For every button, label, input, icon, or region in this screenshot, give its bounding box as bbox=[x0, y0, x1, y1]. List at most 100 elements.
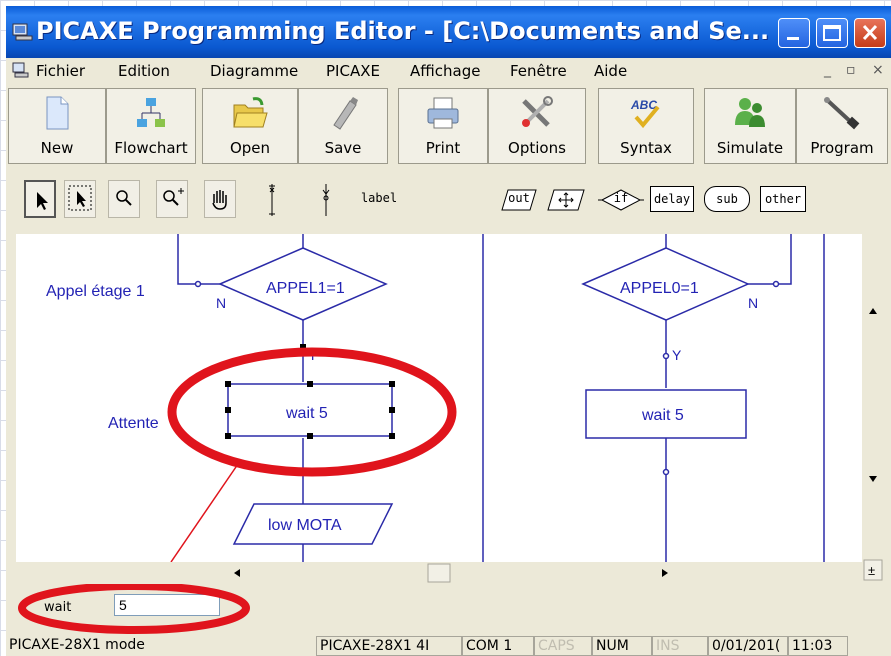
left-loop-junction bbox=[194, 280, 202, 288]
open-label: Open bbox=[229, 139, 271, 157]
menu-diagramme[interactable]: Diagramme bbox=[210, 62, 298, 80]
if-tool-button[interactable]: if bbox=[596, 180, 646, 218]
mdi-minimize-icon[interactable]: _ bbox=[824, 62, 831, 78]
zoom-area-tool-button[interactable] bbox=[156, 180, 188, 218]
right-loop-junction bbox=[772, 280, 780, 288]
flowchart-diagram[interactable]: Appel étage 1 Attente APPEL1=1 APPEL0=1 … bbox=[16, 234, 868, 562]
main-toolbar: New Flowchart Open Save Print Options AB… bbox=[6, 86, 891, 168]
status-ins: INS bbox=[652, 636, 708, 656]
flowchart-button[interactable]: Flowchart bbox=[106, 88, 196, 164]
connector-line-icon bbox=[322, 184, 330, 216]
right-y-label: Y bbox=[672, 347, 682, 363]
horizontal-scrollbar[interactable] bbox=[16, 562, 862, 584]
split-plus-minus-icon: ± bbox=[868, 563, 875, 578]
usb-stick-save-icon bbox=[333, 97, 358, 130]
other-tool-text: other bbox=[764, 192, 802, 206]
minimize-icon bbox=[787, 37, 799, 40]
status-bar: PICAXE-28X1 mode PICAXE-28X1 4I COM 1 CA… bbox=[6, 634, 891, 656]
program-button[interactable]: Program bbox=[796, 88, 888, 164]
right-decision-text: APPEL0=1 bbox=[620, 280, 699, 297]
maximize-icon bbox=[823, 25, 841, 41]
hand-icon bbox=[212, 190, 227, 210]
sub-tool-button[interactable]: sub bbox=[704, 186, 750, 212]
other-tool-button[interactable]: other bbox=[760, 186, 806, 212]
right-y-junction bbox=[662, 352, 670, 360]
program-label: Program bbox=[810, 139, 874, 157]
minimize-button[interactable] bbox=[778, 18, 810, 48]
open-folder-icon bbox=[233, 97, 268, 128]
simulate-people-icon bbox=[735, 98, 765, 127]
scroll-right-icon bbox=[662, 569, 668, 577]
label-tool-button[interactable]: label bbox=[354, 180, 404, 218]
menu-edition[interactable]: Edition bbox=[118, 62, 170, 80]
select-tool-button[interactable] bbox=[24, 180, 56, 218]
connector-tool-button[interactable] bbox=[310, 180, 342, 218]
title-bar[interactable]: PICAXE Programming Editor - [C:\Document… bbox=[6, 6, 891, 58]
move-arrows-icon bbox=[547, 189, 585, 211]
print-button[interactable]: Print bbox=[398, 88, 488, 164]
status-num: NUM bbox=[592, 636, 652, 656]
properties-panel: wait bbox=[6, 584, 891, 634]
menu-affichage[interactable]: Affichage bbox=[410, 62, 480, 80]
vertical-scrollbar[interactable]: ± bbox=[862, 234, 884, 584]
menu-fichier[interactable]: Fichier bbox=[36, 62, 85, 80]
right-n-label: N bbox=[748, 295, 758, 311]
comment-attente[interactable]: Attente bbox=[108, 415, 159, 432]
window-title: PICAXE Programming Editor - [C:\Document… bbox=[36, 17, 770, 45]
zoom-tool-button[interactable] bbox=[108, 180, 140, 218]
printer-icon bbox=[427, 97, 459, 129]
mdi-restore-icon[interactable]: ▫ bbox=[846, 62, 856, 78]
left-decision-text: APPEL1=1 bbox=[266, 280, 345, 297]
vertical-scrollbar-graphics: ± bbox=[863, 308, 883, 581]
magnifier-icon bbox=[116, 190, 132, 206]
program-cable-icon bbox=[824, 97, 860, 130]
command-palette: out if delay sub other bbox=[492, 174, 882, 238]
new-button[interactable]: New bbox=[8, 88, 106, 164]
close-button[interactable] bbox=[854, 18, 886, 48]
pan-tool-button[interactable] bbox=[204, 180, 236, 218]
new-label: New bbox=[40, 139, 74, 157]
syntax-label: Syntax bbox=[620, 139, 672, 157]
menu-fenetre[interactable]: Fenêtre bbox=[510, 62, 567, 80]
sub-tool-text: sub bbox=[716, 192, 738, 206]
bottom-highlight-ellipse bbox=[18, 584, 250, 634]
open-button[interactable]: Open bbox=[202, 88, 298, 164]
menu-aide[interactable]: Aide bbox=[594, 62, 627, 80]
options-button[interactable]: Options bbox=[488, 88, 586, 164]
status-mode: PICAXE-28X1 mode bbox=[9, 637, 145, 653]
scroll-thumb bbox=[427, 563, 451, 583]
menu-picaxe[interactable]: PICAXE bbox=[326, 62, 380, 80]
delay-tool-button[interactable]: delay bbox=[650, 186, 694, 212]
zoom-in-icon bbox=[163, 188, 184, 206]
left-loop-line bbox=[177, 234, 220, 285]
highlight-pointer-line bbox=[170, 463, 239, 562]
move-tool-button[interactable] bbox=[544, 180, 588, 218]
syntax-button[interactable]: ABC Syntax bbox=[598, 88, 694, 164]
new-file-icon bbox=[46, 96, 69, 130]
document-menu-icon[interactable] bbox=[12, 61, 30, 79]
vertical-line-icon bbox=[269, 184, 275, 216]
left-n-label: N bbox=[216, 295, 226, 311]
menu-bar: Fichier Edition Diagramme PICAXE Afficha… bbox=[6, 58, 891, 84]
simulate-button[interactable]: Simulate bbox=[704, 88, 796, 164]
drawing-tools-palette: label bbox=[16, 174, 491, 238]
status-port: COM 1 bbox=[462, 636, 534, 656]
maximize-button[interactable] bbox=[816, 18, 848, 48]
out-tool-button[interactable]: out bbox=[498, 180, 540, 218]
status-date: 0/01/201( bbox=[708, 636, 788, 656]
area-select-tool-button[interactable] bbox=[64, 180, 96, 218]
right-wait-text: wait 5 bbox=[641, 407, 684, 424]
flowchart-label: Flowchart bbox=[114, 139, 188, 157]
left-wait-text: wait 5 bbox=[285, 405, 328, 422]
save-label: Save bbox=[324, 139, 362, 157]
tools-icon bbox=[522, 96, 553, 127]
mdi-close-icon[interactable]: × bbox=[872, 62, 884, 78]
comment-appel-etage[interactable]: Appel étage 1 bbox=[46, 283, 145, 300]
if-tool-text: if bbox=[613, 191, 629, 205]
status-caps: CAPS bbox=[534, 636, 592, 656]
close-icon bbox=[862, 24, 878, 41]
line-tool-button[interactable] bbox=[256, 180, 288, 218]
save-button[interactable]: Save bbox=[298, 88, 388, 164]
right-loop-line bbox=[746, 234, 792, 285]
flowchart-canvas[interactable]: Appel étage 1 Attente APPEL1=1 APPEL0=1 … bbox=[16, 234, 868, 562]
